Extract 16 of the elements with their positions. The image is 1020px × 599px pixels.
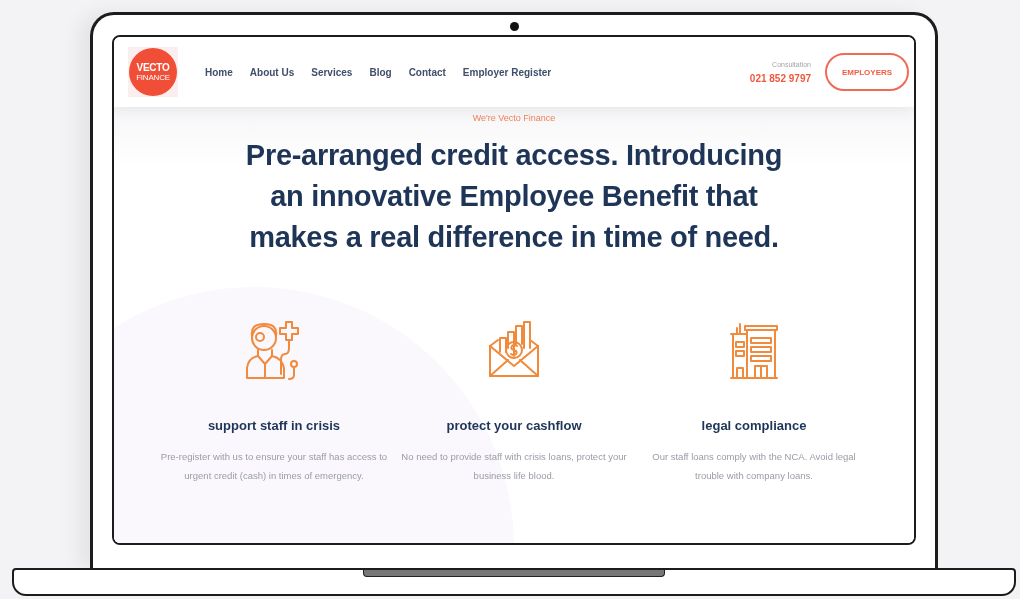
nav-link[interactable]: About Us [249, 66, 295, 78]
camera-dot [509, 22, 519, 31]
hero-eyebrow: We're Vecto Finance [472, 113, 556, 123]
hero-headline: Pre-arranged credit access. Introducing an innovative Employee Benefit that makes a real difference in time of need. [244, 138, 784, 255]
feature-title: protect your cashflow [446, 418, 582, 433]
nav-link[interactable]: Employer Register [462, 66, 552, 78]
feature-title: legal compliance [701, 418, 807, 433]
feature-description: Pre-register with us to ensure your staff has access to urgent credit (cash) in times of emergency. [159, 450, 389, 483]
nav-link[interactable]: Contact [408, 66, 446, 78]
logo[interactable]: VECTO FINANCE [128, 47, 178, 97]
nav-link[interactable]: Services [311, 66, 353, 78]
feature-title: support staff in crisis [207, 418, 341, 433]
nav-link[interactable]: Blog [369, 66, 392, 78]
feature-description: No need to provide staff with crisis loans, protect your business life blood. [400, 450, 628, 483]
feature-description: Our staff loans comply with the NCA. Avoid legal trouble with company loans. [651, 450, 857, 483]
nav-link[interactable]: Home [205, 66, 233, 78]
